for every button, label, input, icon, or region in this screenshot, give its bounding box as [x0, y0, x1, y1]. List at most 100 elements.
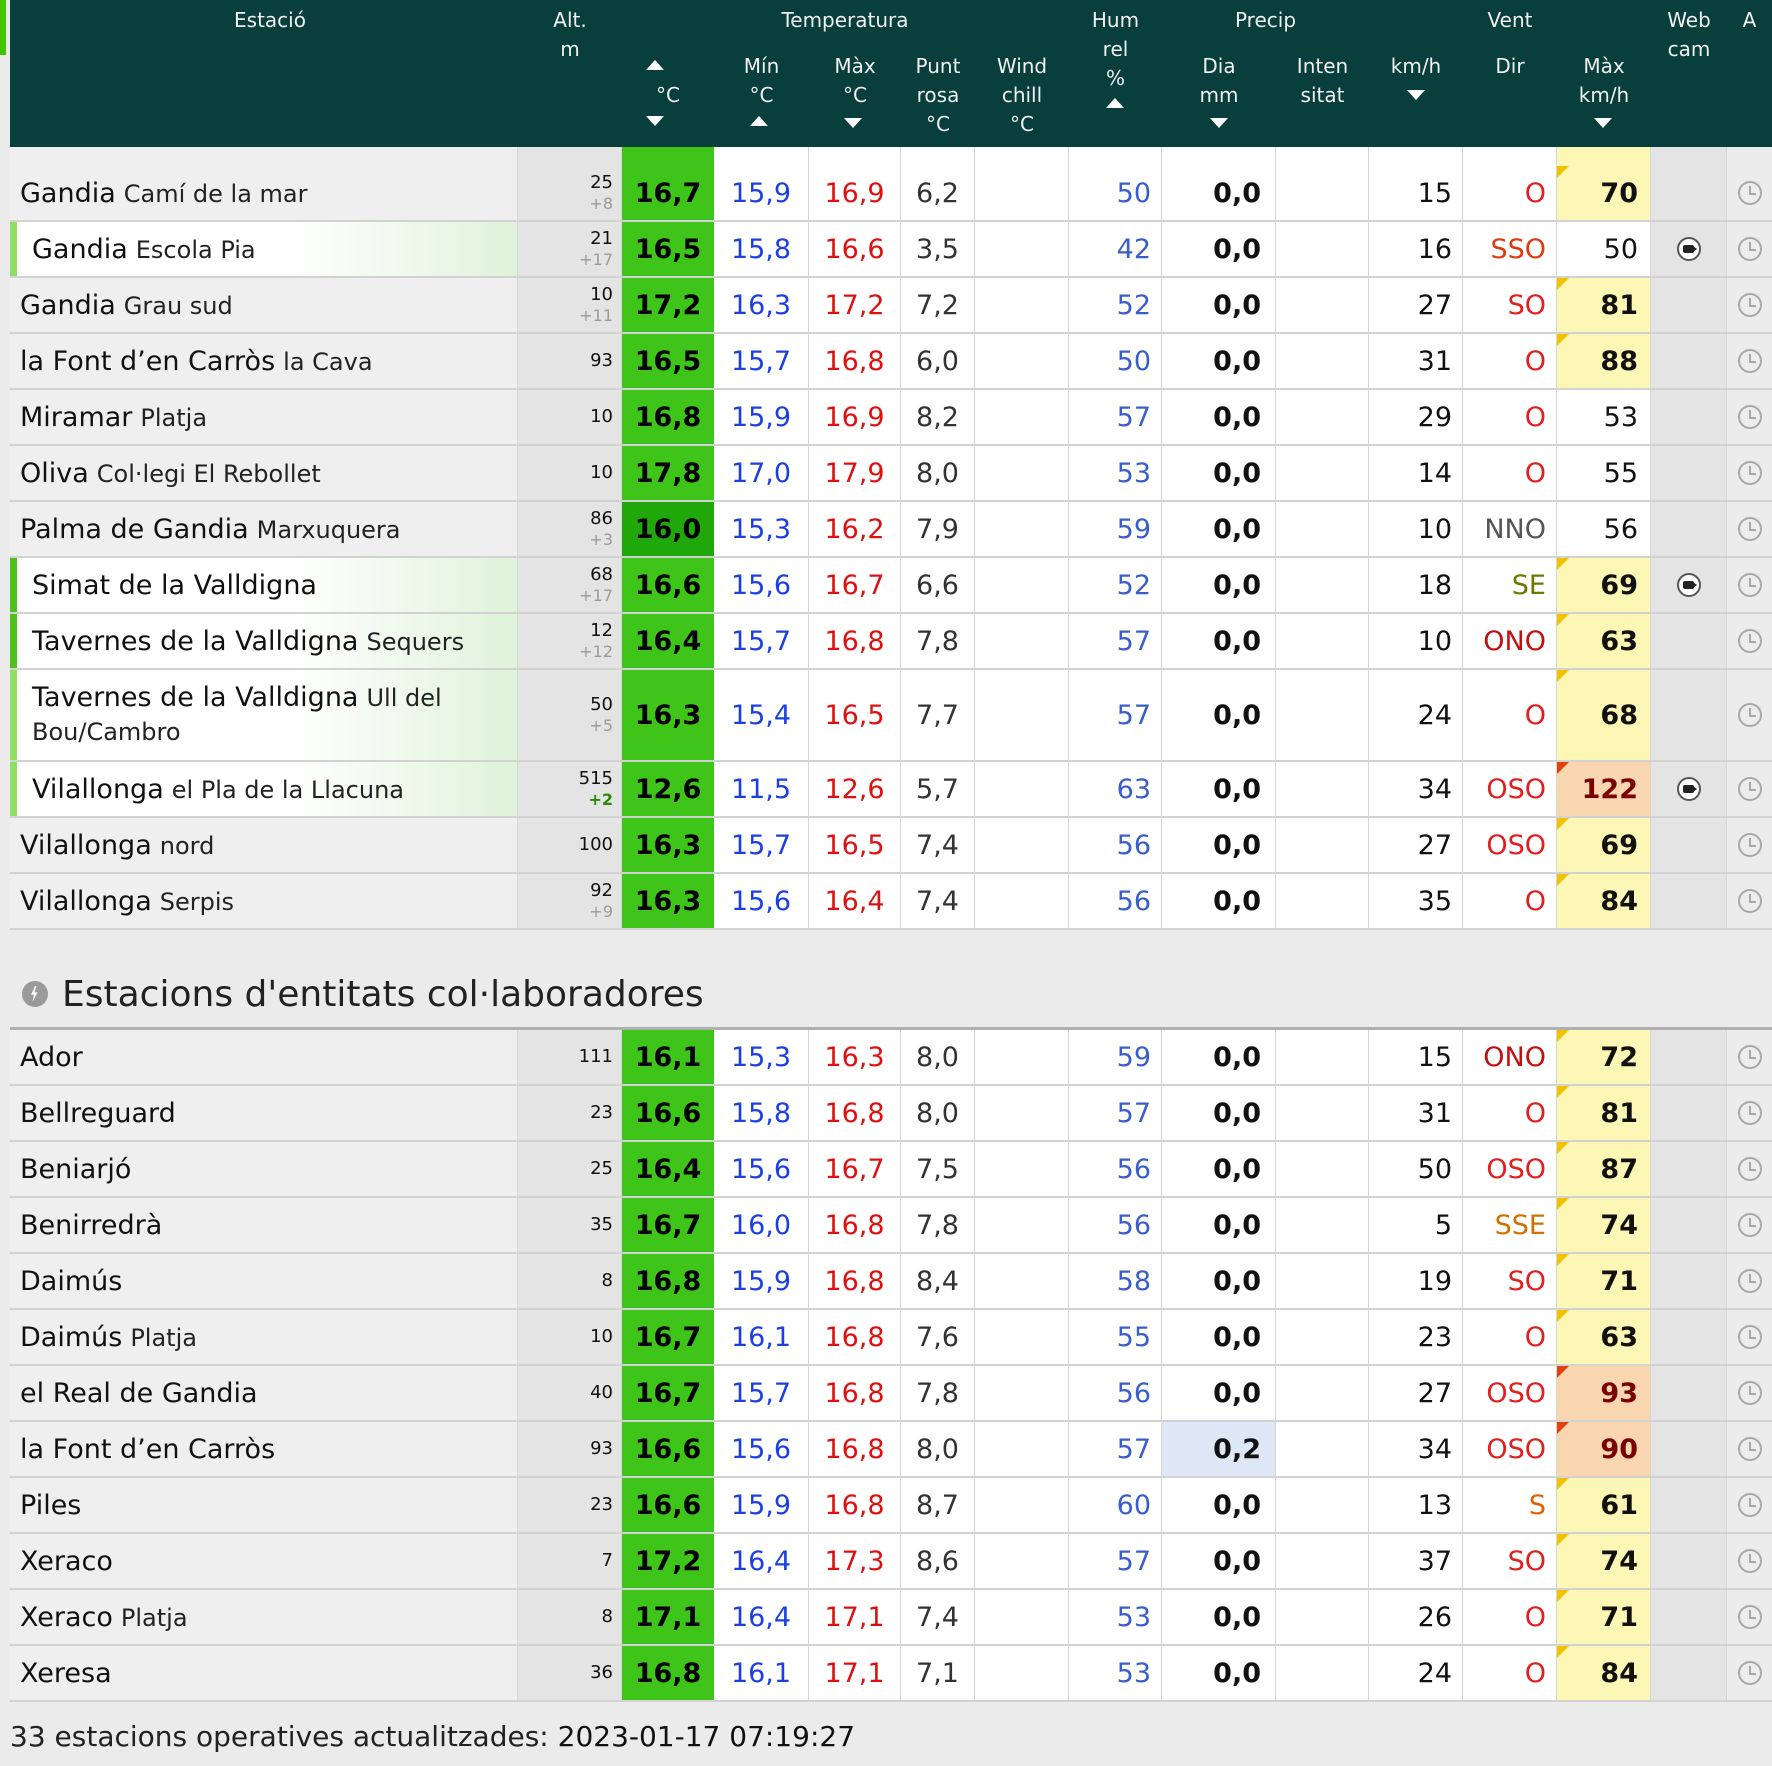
station-name[interactable]: Tavernes de la Valldigna Ull del Bou/Camb… [32, 681, 472, 749]
clock-icon[interactable] [1737, 1493, 1762, 1517]
station-name[interactable]: Daimús [20, 1266, 122, 1297]
clock-icon[interactable] [1737, 1605, 1762, 1629]
table-row[interactable]: Benirredrà 35 16,7 16,0 16,8 7,8 56 0,0 5 SSE 74 [10, 1198, 1772, 1254]
clock-icon[interactable] [1737, 833, 1762, 857]
station-name[interactable]: Oliva Col·legi El Rebollet [20, 458, 321, 489]
station-name[interactable]: Vilallonga Serpis [20, 886, 234, 917]
station-name[interactable]: Piles [20, 1490, 81, 1521]
clock-icon[interactable] [1737, 703, 1762, 727]
station-name[interactable]: Xeresa [20, 1658, 112, 1689]
table-row[interactable]: Miramar Platja 10 16,8 15,9 16,9 8,2 57 0,0 29 O 53 [10, 390, 1772, 446]
station-name[interactable]: Miramar Platja [20, 402, 207, 433]
station-name[interactable]: Gandia Camí de la mar [20, 178, 308, 209]
sort-asc-icon[interactable] [750, 116, 768, 126]
station-name[interactable]: Palma de Gandia Marxuquera [20, 514, 401, 545]
table-row[interactable]: Xeraco 7 17,2 16,4 17,3 8,6 57 0,0 37 SO 74 [10, 1534, 1772, 1590]
clock-icon[interactable] [1737, 1101, 1762, 1125]
station-name[interactable]: Bellreguard [20, 1098, 176, 1129]
table-row[interactable]: la Font d’en Carròs 93 16,6 15,6 16,8 8,0 57 0,… [10, 1422, 1772, 1478]
webcam-icon[interactable] [1676, 777, 1701, 801]
table-row[interactable]: Xeraco Platja 8 17,1 16,4 17,1 7,4 53 0,0 26 O 71 [10, 1590, 1772, 1646]
station-name[interactable]: Gandia Grau sud [20, 290, 233, 321]
col-windchill[interactable]: Wind [975, 52, 1069, 81]
col-dew[interactable]: Punt [901, 52, 975, 81]
table-row[interactable]: Vilallonga el Pla de la Llacuna 515 +2 12,6 1… [10, 762, 1772, 818]
table-row[interactable]: Xeresa 36 16,8 16,1 17,1 7,1 53 0,0 24 O 84 [10, 1646, 1772, 1702]
clock-icon[interactable] [1737, 1661, 1762, 1685]
col-temp-unit[interactable]: °C [622, 81, 714, 110]
col-alt-label[interactable]: Alt. [530, 6, 610, 35]
clock-icon[interactable] [1737, 889, 1762, 913]
table-row[interactable]: la Font d’en Carròs la Cava 93 16,5 15,7 16,8… [10, 334, 1772, 390]
clock-icon[interactable] [1737, 349, 1762, 373]
sort-asc-icon[interactable] [646, 60, 664, 70]
webcam-icon[interactable] [1676, 573, 1701, 597]
station-name[interactable]: la Font d’en Carròs [20, 1434, 275, 1465]
table-row[interactable]: Vilallonga Serpis 92 +9 16,3 15,6 16,4 7,4 56 0,0… [10, 874, 1772, 930]
col-precip-intensity[interactable]: Inten [1276, 52, 1369, 81]
table-row[interactable]: Beniarjó 25 16,4 15,6 16,7 7,5 56 0,0 50 OSO 87 [10, 1142, 1772, 1198]
clock-icon[interactable] [1737, 777, 1762, 801]
clock-icon[interactable] [1737, 573, 1762, 597]
col-wind-speed[interactable]: km/h [1369, 52, 1463, 81]
table-row[interactable]: Gandia Grau sud 10 +11 17,2 16,3 17,2 7,2 52 0,0 2… [10, 278, 1772, 334]
table-row[interactable]: Gandia Escola Pia 21 +17 16,5 15,8 16,6 3,5 42 0,… [10, 222, 1772, 278]
col-wind-dir[interactable]: Dir [1463, 52, 1557, 81]
table-row[interactable]: el Real de Gandia 40 16,7 15,7 16,8 7,8 56 0,0 2… [10, 1366, 1772, 1422]
clock-icon[interactable] [1737, 1213, 1762, 1237]
clock-icon[interactable] [1737, 1325, 1762, 1349]
station-name[interactable]: el Real de Gandia [20, 1378, 258, 1409]
clock-icon[interactable] [1737, 1157, 1762, 1181]
table-row[interactable]: Bellreguard 23 16,6 15,8 16,8 8,0 57 0,0 31 O 81 [10, 1086, 1772, 1142]
station-name[interactable]: la Font d’en Carròs la Cava [20, 346, 373, 377]
station-name[interactable]: Xeraco Platja [20, 1602, 188, 1633]
webcam-icon[interactable] [1676, 237, 1701, 261]
table-row[interactable]: Daimús Platja 10 16,7 16,1 16,8 7,6 55 0,0 23 O 63 [10, 1310, 1772, 1366]
table-row[interactable]: Palma de Gandia Marxuquera 86 +3 16,0 15,3 16,… [10, 502, 1772, 558]
table-row[interactable]: Oliva Col·legi El Rebollet 10 17,8 17,0 17,9 8… [10, 446, 1772, 502]
station-name[interactable]: Daimús Platja [20, 1322, 197, 1353]
station-name[interactable]: Xeraco [20, 1546, 113, 1577]
clock-icon[interactable] [1737, 1269, 1762, 1293]
station-name[interactable]: Benirredrà [20, 1210, 162, 1241]
sort-desc-icon[interactable] [646, 116, 664, 126]
table-row[interactable]: Ador 111 16,1 15,3 16,3 8,0 59 0,0 15 ONO 72 [10, 1030, 1772, 1086]
clock-icon[interactable] [1737, 293, 1762, 317]
col-station[interactable]: Estació [180, 6, 360, 35]
col-precip-day[interactable]: Dia [1162, 52, 1276, 81]
clock-icon[interactable] [1737, 517, 1762, 541]
sort-desc-icon[interactable] [1210, 118, 1228, 128]
clock-icon[interactable] [1737, 181, 1762, 205]
sort-desc-icon[interactable] [1407, 90, 1425, 100]
clock-icon[interactable] [1737, 1045, 1762, 1069]
sort-desc-icon[interactable] [1594, 118, 1612, 128]
station-name[interactable]: Vilallonga el Pla de la Llacuna [32, 774, 404, 805]
col-gust[interactable]: Màx [1557, 52, 1651, 81]
table-row[interactable]: Gandia Camí de la mar 25 +8 16,7 15,9 16,9 6,2 5… [10, 166, 1772, 222]
col-webcam[interactable]: Web [1651, 6, 1727, 35]
table-row[interactable]: Daimús 8 16,8 15,9 16,8 8,4 58 0,0 19 SO 71 [10, 1254, 1772, 1310]
station-name[interactable]: Ador [20, 1042, 83, 1073]
table-row[interactable]: Vilallonga nord 100 16,3 15,7 16,5 7,4 56 0,0 27 O… [10, 818, 1772, 874]
clock-icon[interactable] [1737, 629, 1762, 653]
station-name[interactable]: Gandia Escola Pia [32, 234, 256, 265]
col-max[interactable]: Màx [809, 52, 901, 81]
clock-icon[interactable] [1737, 237, 1762, 261]
table-row[interactable]: Tavernes de la Valldigna Ull del Bou/Camb… [10, 670, 1772, 762]
clock-icon[interactable] [1737, 1549, 1762, 1573]
table-row[interactable]: Piles 23 16,6 15,9 16,8 8,7 60 0,0 13 S 61 [10, 1478, 1772, 1534]
clock-icon[interactable] [1737, 405, 1762, 429]
col-min[interactable]: Mín [714, 52, 809, 81]
station-name[interactable]: Simat de la Valldigna [32, 570, 317, 601]
table-row[interactable]: Simat de la Valldigna 68 +17 16,6 15,6 16,7 6,… [10, 558, 1772, 614]
clock-icon[interactable] [1737, 1437, 1762, 1461]
table-row[interactable]: Tavernes de la Valldigna Sequers 12 +12 16,4… [10, 614, 1772, 670]
station-name[interactable]: Vilallonga nord [20, 830, 214, 861]
sort-desc-icon[interactable] [844, 118, 862, 128]
col-a[interactable]: A [1727, 6, 1772, 35]
sort-asc-icon[interactable] [1106, 98, 1124, 108]
clock-icon[interactable] [1737, 1381, 1762, 1405]
station-name[interactable]: Tavernes de la Valldigna Sequers [32, 626, 464, 657]
col-humidity[interactable]: Hum [1069, 6, 1162, 35]
clock-icon[interactable] [1737, 461, 1762, 485]
